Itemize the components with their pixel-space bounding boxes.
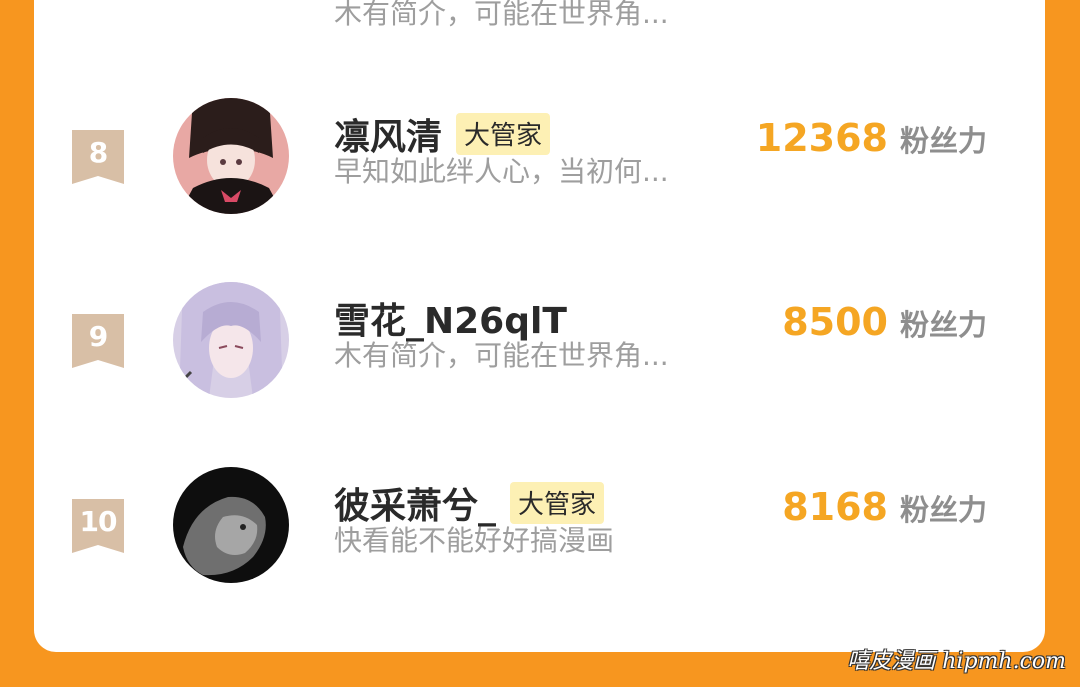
fan-power-label: 粉丝力 [899, 124, 987, 158]
role-badge: 大管家 [456, 113, 551, 155]
user-bio: 早知如此绊人心，当初何... [334, 155, 669, 188]
fan-power-value: 12368 [755, 116, 888, 160]
avatar[interactable] [173, 282, 289, 398]
user-bio: 木有简介，可能在世界角... [334, 0, 669, 30]
rank-ribbon: 8 [72, 130, 124, 184]
rank-number: 9 [88, 320, 108, 353]
fan-power: 12368 粉丝力 [756, 116, 987, 160]
watermark: 嘻皮漫画 hipmh.com [847, 649, 1066, 674]
ranking-card: 木有简介，可能在世界角... 8 凛风清 大管家 早知如此绊人心，当初何... … [34, 0, 1045, 652]
rank-ribbon: 10 [72, 499, 124, 553]
ranking-row-partial[interactable]: 木有简介，可能在世界角... [34, 0, 1045, 30]
rank-number: 10 [79, 505, 118, 538]
rank-ribbon: 9 [72, 314, 124, 368]
role-badge: 大管家 [510, 482, 605, 524]
ranking-row[interactable]: 8 凛风清 大管家 早知如此绊人心，当初何... 12368 粉丝力 [34, 98, 1045, 248]
avatar[interactable] [173, 467, 289, 583]
ranking-row[interactable]: 9 雪花_N26qlT 木有简介，可能在世界角... 8500 粉丝力 [34, 282, 1045, 432]
user-bio: 快看能不能好好搞漫画 [334, 524, 615, 557]
fan-power: 8500 粉丝力 [782, 300, 987, 344]
rank-number: 8 [88, 136, 108, 169]
fan-power-label: 粉丝力 [899, 493, 987, 527]
user-bio: 木有简介，可能在世界角... [334, 339, 669, 372]
fan-power-value: 8500 [782, 300, 888, 344]
fan-power-value: 8168 [782, 485, 888, 529]
avatar[interactable] [173, 98, 289, 214]
ranking-row[interactable]: 10 彼采萧兮_ 大管家 快看能不能好好搞漫画 8168 粉丝力 [34, 467, 1045, 617]
fan-power-label: 粉丝力 [899, 308, 987, 342]
fan-power: 8168 粉丝力 [782, 485, 987, 529]
